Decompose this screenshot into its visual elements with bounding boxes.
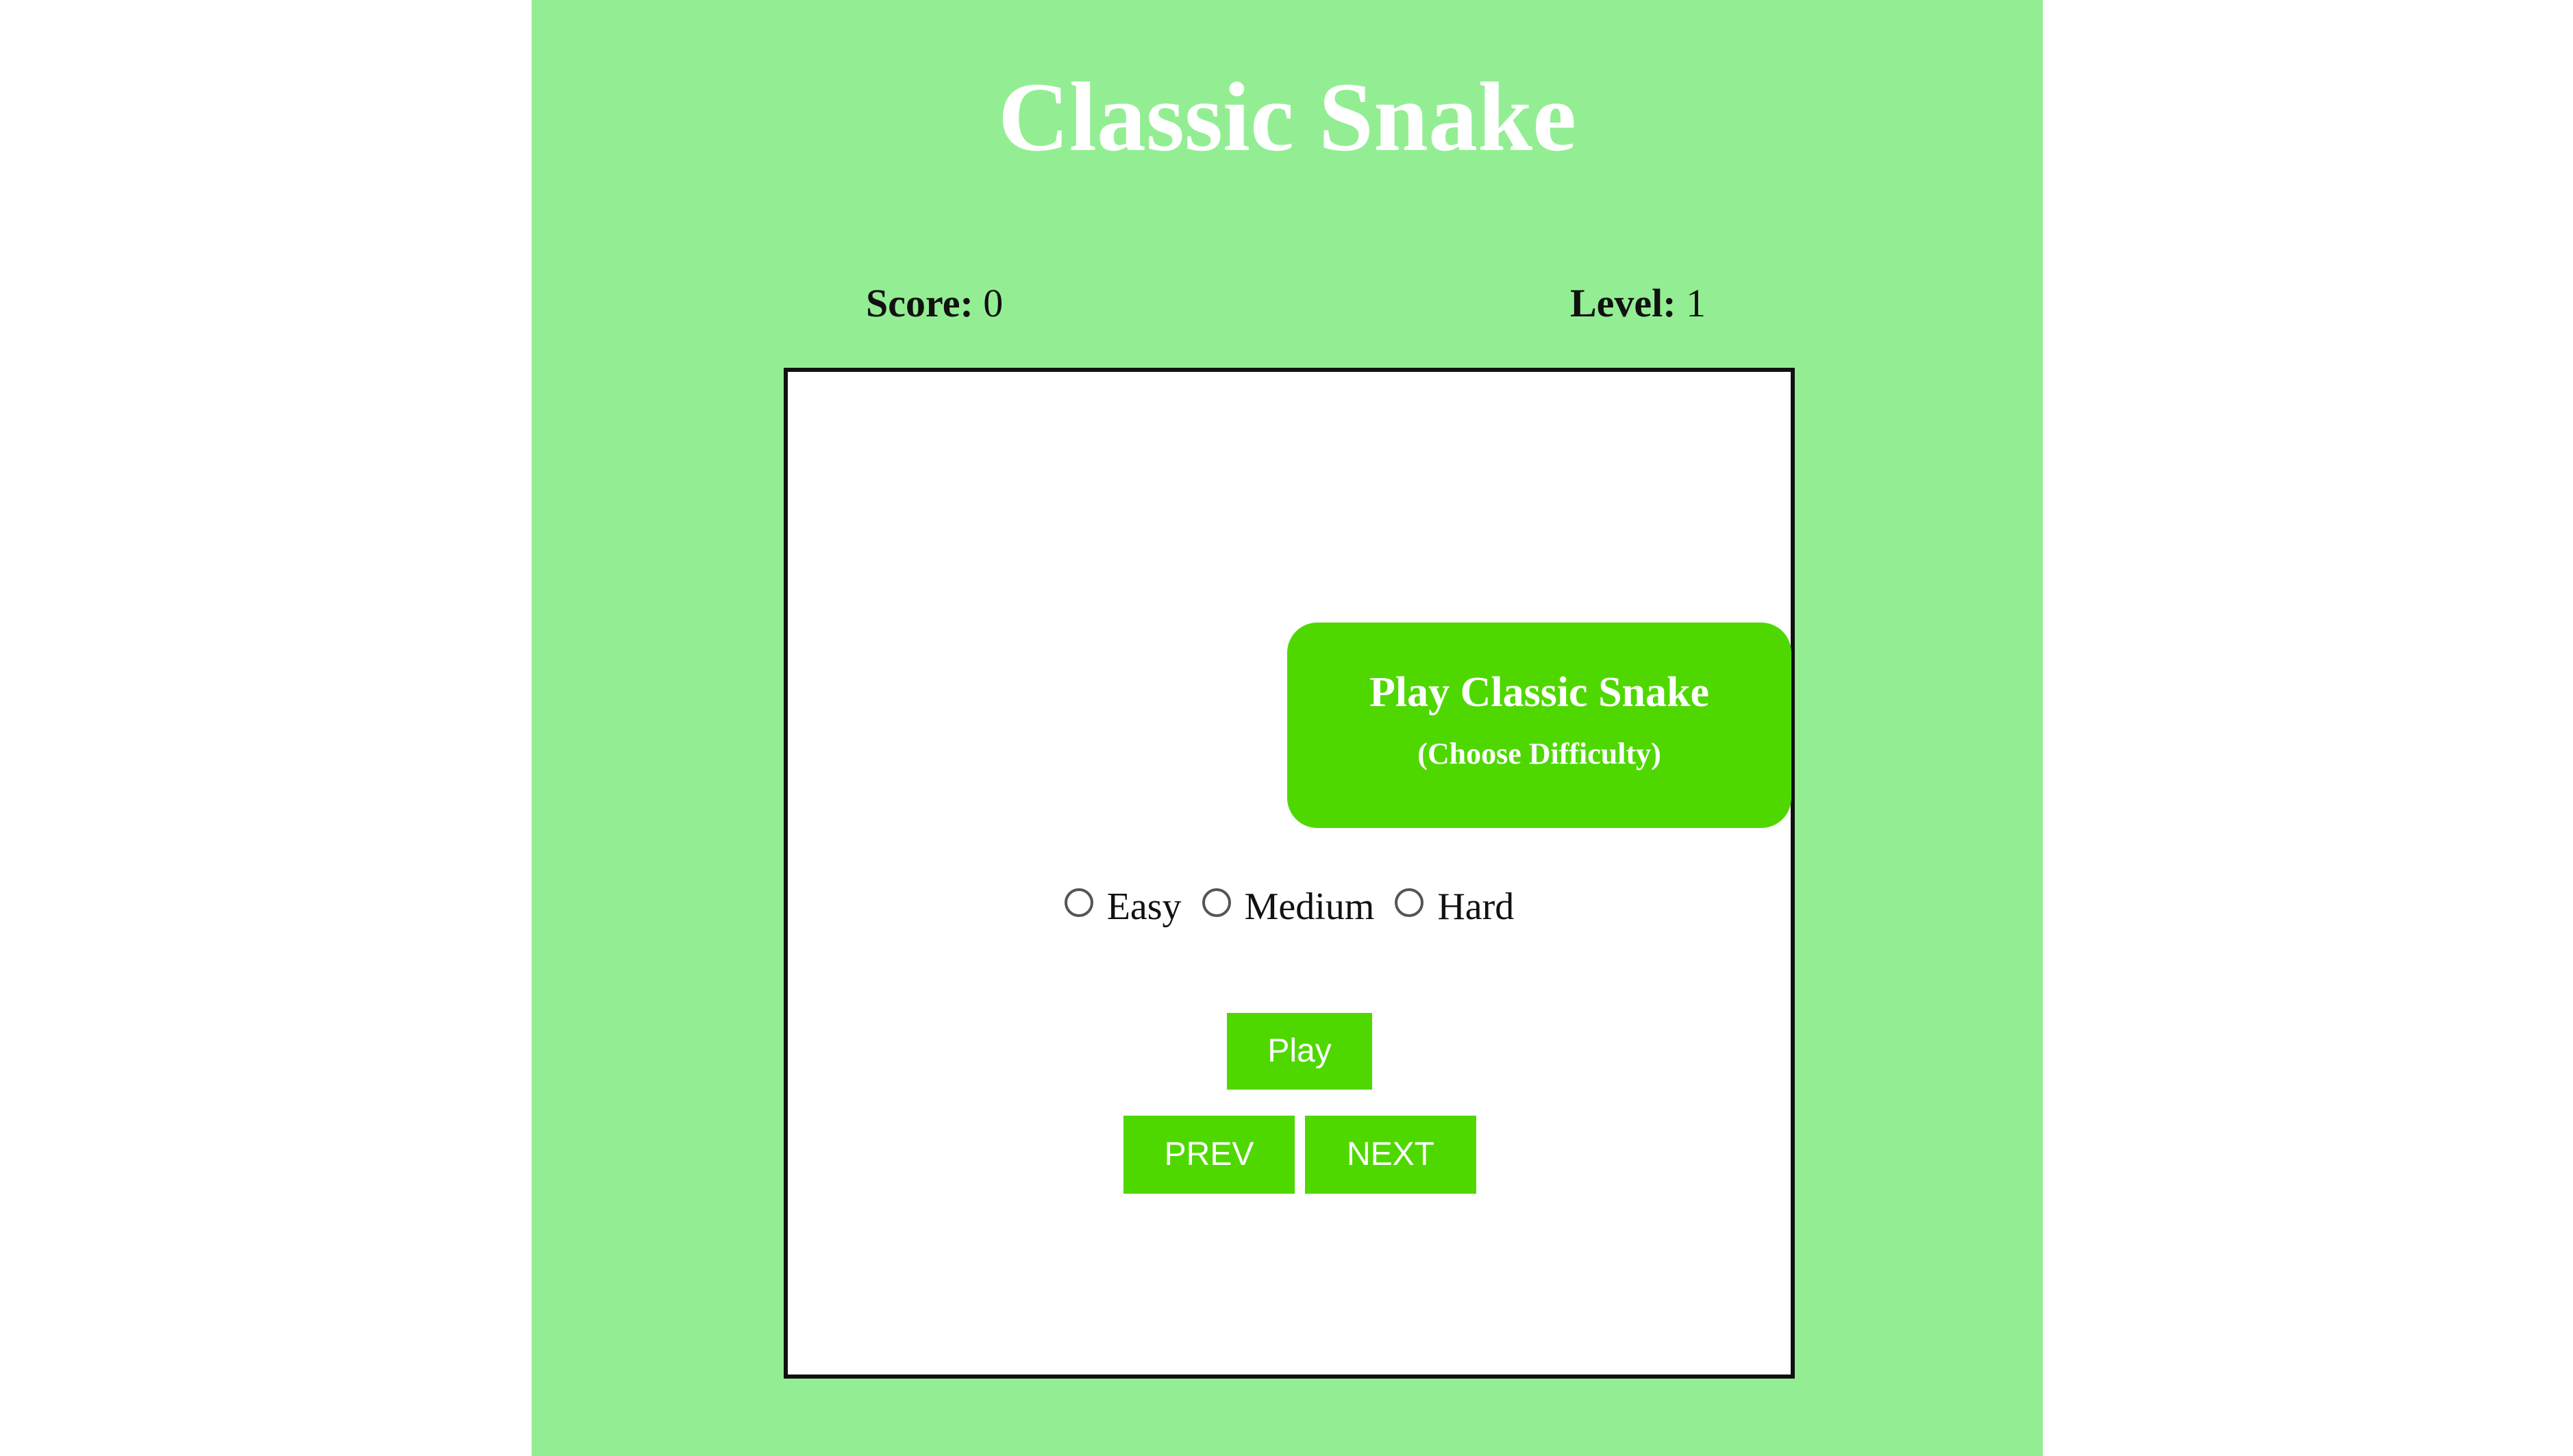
level-display: Level: 1: [1570, 279, 1706, 327]
difficulty-option-hard[interactable]: Hard: [1395, 879, 1514, 931]
next-button[interactable]: NEXT: [1305, 1116, 1476, 1194]
easy-label[interactable]: Easy: [1107, 883, 1182, 931]
score-display: Score: 0: [866, 279, 1003, 327]
score-value: 0: [983, 281, 1004, 325]
prev-button[interactable]: PREV: [1123, 1116, 1295, 1194]
hard-radio[interactable]: [1395, 888, 1424, 917]
level-value: 1: [1686, 281, 1706, 325]
medium-label[interactable]: Medium: [1245, 883, 1375, 931]
play-classic-snake-banner: Play Classic Snake (Choose Difficulty): [1287, 623, 1791, 828]
difficulty-option-easy[interactable]: Easy: [1064, 879, 1182, 931]
level-label: Level:: [1570, 281, 1676, 325]
game-board[interactable]: Play Classic Snake (Choose Difficulty) E…: [784, 368, 1795, 1379]
page-title: Classic Snake: [997, 63, 1577, 172]
difficulty-option-medium[interactable]: Medium: [1202, 879, 1375, 931]
easy-radio[interactable]: [1064, 888, 1093, 917]
score-label: Score:: [866, 281, 973, 325]
menu-heading: Play Classic Snake: [1369, 669, 1710, 716]
menu-subheading: (Choose Difficulty): [1417, 737, 1661, 770]
difficulty-selector: Easy Medium Hard: [788, 877, 1791, 931]
hard-label[interactable]: Hard: [1437, 883, 1514, 931]
play-button[interactable]: Play: [1227, 1013, 1372, 1090]
medium-radio[interactable]: [1202, 888, 1231, 917]
game-panel: Classic Snake Score: 0 Level: 1 Play Cla…: [532, 0, 2043, 1456]
